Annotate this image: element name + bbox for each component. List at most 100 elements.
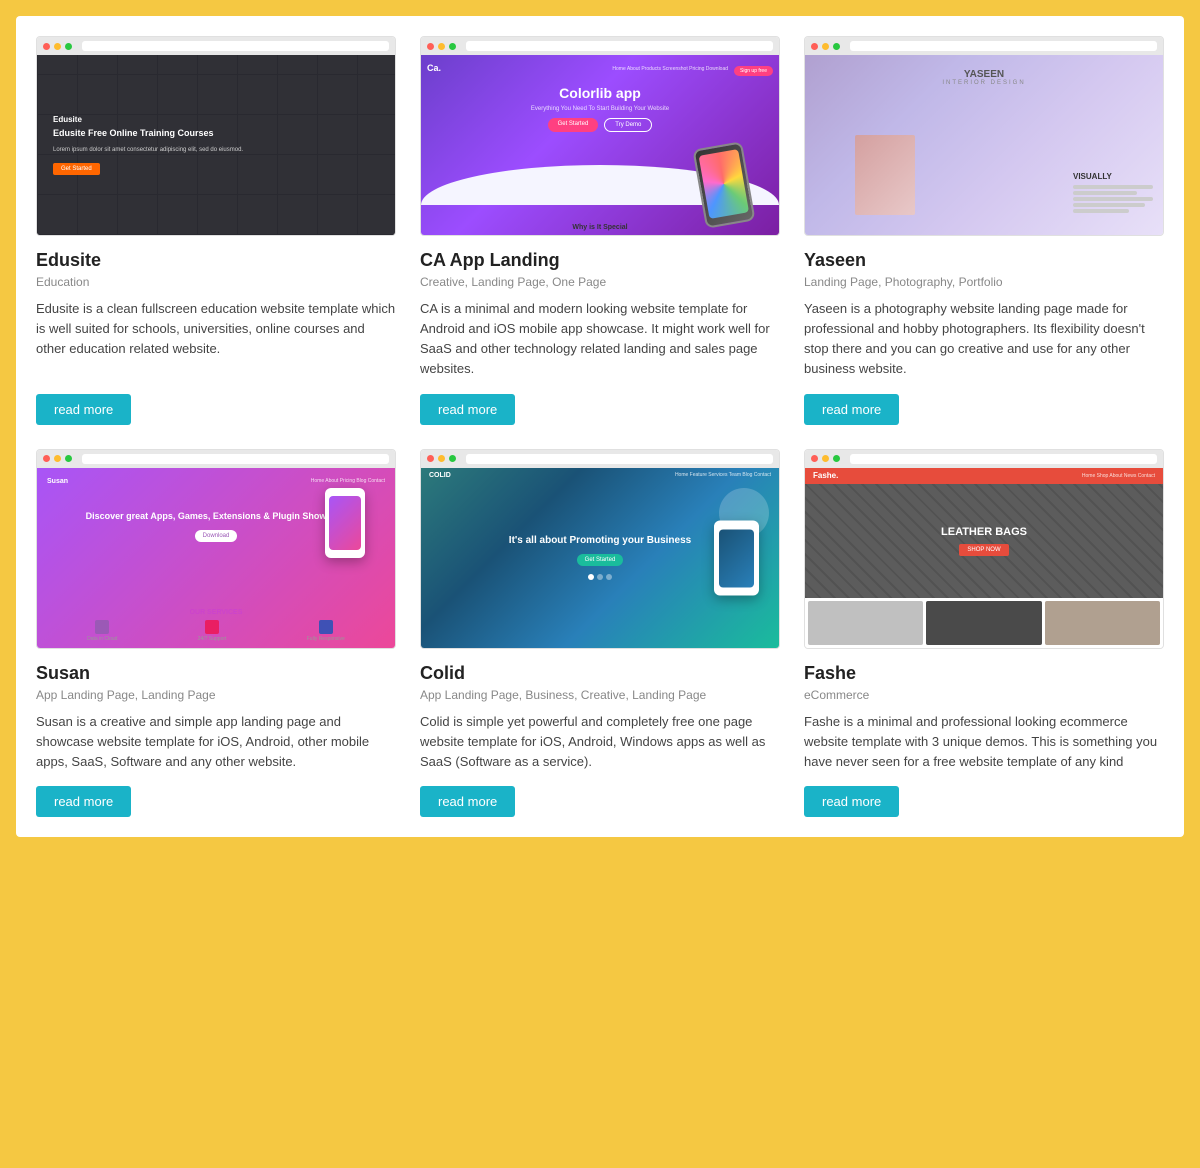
browser-bar-fashe: [805, 450, 1163, 468]
card-edusite: Edusite Edusite Free Online Training Cou…: [36, 36, 396, 425]
yaseen-header: YASEEN INTERIOR DESIGN: [805, 59, 1163, 86]
mock-content-yaseen: YASEEN INTERIOR DESIGN VISUALLY: [805, 55, 1163, 235]
susan-service-label-2: 24/7 Support: [198, 636, 227, 642]
dot-green-susan: [65, 455, 72, 462]
dot-red: [43, 43, 50, 50]
read-more-button-colid[interactable]: read more: [420, 786, 515, 817]
colid-nav: Home Feature Services Team Blog Contact: [675, 472, 771, 478]
edusite-logo-mock: Edusite: [53, 115, 379, 124]
mock-content-edusite: Edusite Edusite Free Online Training Cou…: [37, 55, 395, 235]
mock-content-colid: COLID Home Feature Services Team Blog Co…: [421, 468, 779, 648]
susan-service-3: Fully Responsive: [307, 620, 345, 642]
colid-btn: Get Started: [577, 554, 624, 566]
yaseen-title-mock: YASEEN: [964, 69, 1004, 80]
card-desc-susan: Susan is a creative and simple app landi…: [36, 712, 396, 772]
card-desc-yaseen: Yaseen is a photography website landing …: [804, 299, 1164, 380]
fashe-header: Fashe. Home Shop About News Contact: [805, 468, 1163, 484]
fashe-logo: Fashe.: [813, 471, 838, 480]
susan-phone: [325, 488, 365, 558]
dot-yellow-yaseen: [822, 43, 829, 50]
card-image-susan: Susan Home About Pricing Blog Contact Di…: [36, 449, 396, 649]
yaseen-sub-mock: INTERIOR DESIGN: [942, 80, 1025, 86]
card-title-ca: CA App Landing: [420, 250, 780, 271]
yaseen-lines: [1073, 185, 1153, 213]
dot-red-ca: [427, 43, 434, 50]
yaseen-bg: YASEEN INTERIOR DESIGN VISUALLY: [805, 55, 1163, 235]
read-more-button-susan[interactable]: read more: [36, 786, 131, 817]
susan-logo: Susan: [47, 478, 68, 485]
url-bar-susan: [82, 454, 389, 464]
card-title-yaseen: Yaseen: [804, 250, 1164, 271]
ca-bg: Ca. Home About Products Screenshot Prici…: [421, 55, 779, 235]
susan-nav: Home About Pricing Blog Contact: [311, 478, 385, 485]
colid-header: COLID Home Feature Services Team Blog Co…: [421, 472, 779, 479]
susan-headline-mock: Discover great Apps, Games, Extensions &…: [86, 511, 347, 523]
card-desc-fashe: Fashe is a minimal and professional look…: [804, 712, 1164, 772]
colid-logo: COLID: [429, 472, 451, 479]
susan-services-label: OUR SERVICES: [37, 609, 395, 616]
ca-phone: [692, 141, 755, 228]
edusite-title-mock: Edusite Free Online Training Courses: [53, 128, 379, 140]
card-susan: Susan Home About Pricing Blog Contact Di…: [36, 449, 396, 817]
dot-yellow-ca: [438, 43, 445, 50]
dot-green: [65, 43, 72, 50]
dot-yellow-fashe: [822, 455, 829, 462]
dot-red-susan: [43, 455, 50, 462]
ca-logo-mock: Ca.: [427, 63, 441, 73]
url-bar-ca: [466, 41, 773, 51]
yaseen-img-mock: [855, 135, 915, 215]
mock-content-susan: Susan Home About Pricing Blog Contact Di…: [37, 468, 395, 648]
dot-red-yaseen: [811, 43, 818, 50]
fashe-hero-text: LEATHER BAGS: [941, 526, 1027, 538]
fashe-nav: Home Shop About News Contact: [1082, 473, 1155, 479]
read-more-button-yaseen[interactable]: read more: [804, 394, 899, 425]
card-title-susan: Susan: [36, 663, 396, 684]
susan-bg: Susan Home About Pricing Blog Contact Di…: [37, 468, 395, 648]
dot-red-colid: [427, 455, 434, 462]
mock-content-ca: Ca. Home About Products Screenshot Prici…: [421, 55, 779, 235]
yaseen-text-block: VISUALLY: [1073, 172, 1153, 215]
card-desc-edusite: Edusite is a clean fullscreen education …: [36, 299, 396, 380]
card-image-colid: COLID Home Feature Services Team Blog Co…: [420, 449, 780, 649]
susan-service-icons-row: Data in Cloud 24/7 Support Fully Respons…: [37, 620, 395, 642]
card-tags-colid: App Landing Page, Business, Creative, La…: [420, 688, 780, 702]
browser-bar-colid: [421, 450, 779, 468]
card-tags-yaseen: Landing Page, Photography, Portfolio: [804, 275, 1164, 289]
colid-dots: [588, 574, 612, 580]
dot-yellow: [54, 43, 61, 50]
edusite-bg: Edusite Edusite Free Online Training Cou…: [37, 55, 395, 235]
url-bar-fashe: [850, 454, 1157, 464]
read-more-button-fashe[interactable]: read more: [804, 786, 899, 817]
read-more-button-ca[interactable]: read more: [420, 394, 515, 425]
dot-red-fashe: [811, 455, 818, 462]
ca-btn2: Try Demo: [604, 118, 652, 132]
ca-why: Why is It Special: [421, 224, 779, 231]
susan-icon-sq-1: [95, 620, 109, 634]
fashe-bg: Fashe. Home Shop About News Contact LEAT…: [805, 468, 1163, 648]
card-title-colid: Colid: [420, 663, 780, 684]
susan-btn: Download: [195, 530, 238, 542]
url-bar-colid: [466, 454, 773, 464]
ca-nav: Home About Products Screenshot Pricing D…: [612, 66, 728, 76]
url-bar: [82, 41, 389, 51]
fashe-products: [805, 598, 1163, 648]
card-tags-susan: App Landing Page, Landing Page: [36, 688, 396, 702]
colid-phone-screen: [719, 529, 754, 587]
card-fashe: Fashe. Home Shop About News Contact LEAT…: [804, 449, 1164, 817]
card-image-fashe: Fashe. Home Shop About News Contact LEAT…: [804, 449, 1164, 649]
edusite-desc-mock: Lorem ipsum dolor sit amet consectetur a…: [53, 146, 379, 154]
fashe-hero: LEATHER BAGS SHOP NOW: [805, 484, 1163, 598]
card-desc-colid: Colid is simple yet powerful and complet…: [420, 712, 780, 772]
fashe-shop-btn: SHOP NOW: [959, 544, 1008, 556]
browser-bar-ca: [421, 37, 779, 55]
susan-service-label-3: Fully Responsive: [307, 636, 345, 642]
card-ca-app-landing: Ca. Home About Products Screenshot Prici…: [420, 36, 780, 425]
susan-icon-sq-3: [319, 620, 333, 634]
dot-green-yaseen: [833, 43, 840, 50]
read-more-button-edusite[interactable]: read more: [36, 394, 131, 425]
colid-phone: [714, 520, 759, 595]
ca-btn1: Get Started: [548, 118, 599, 132]
card-yaseen: YASEEN INTERIOR DESIGN VISUALLY Yaseen L…: [804, 36, 1164, 425]
card-tags-ca: Creative, Landing Page, One Page: [420, 275, 780, 289]
card-image-yaseen: YASEEN INTERIOR DESIGN VISUALLY: [804, 36, 1164, 236]
